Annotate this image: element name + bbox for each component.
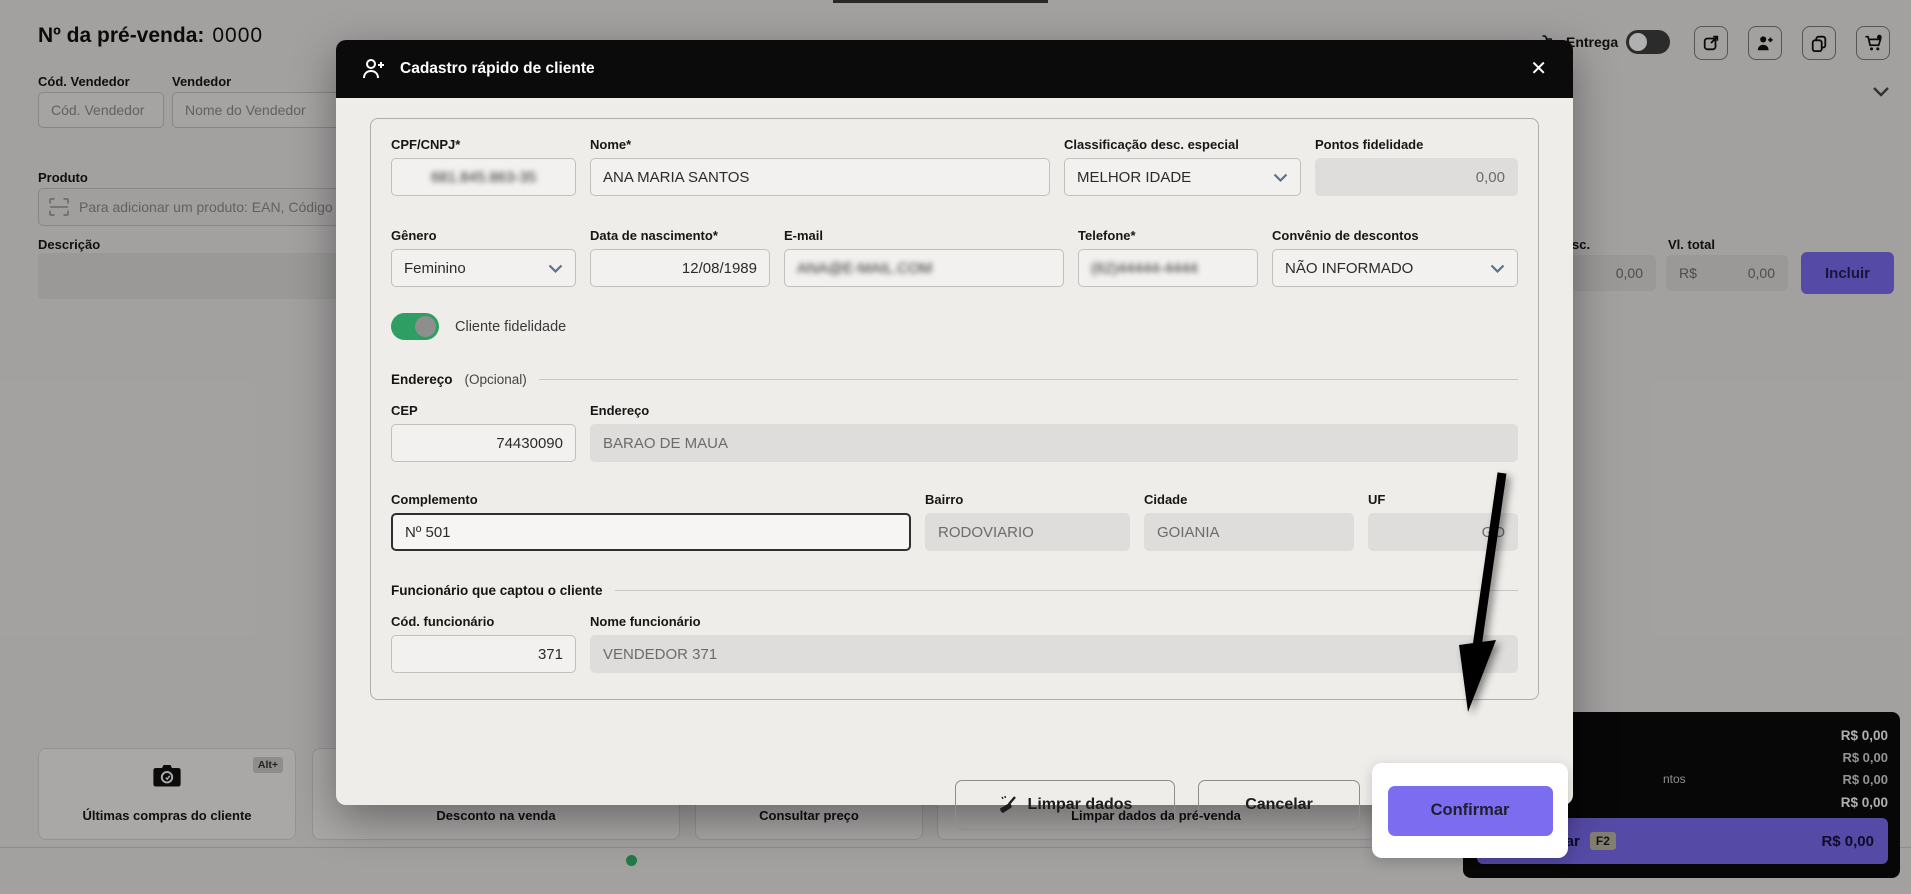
modal-header: Cadastro rápido de cliente ✕ — [336, 40, 1573, 98]
confirmar-button[interactable]: Confirmar — [1387, 785, 1553, 836]
endereco-section-suffix: (Opcional) — [464, 372, 527, 387]
fidelidade-label: Cliente fidelidade — [455, 318, 567, 335]
limpar-dados-label: Limpar dados — [1027, 796, 1133, 813]
nascimento-input[interactable]: 12/08/1989 — [590, 249, 770, 287]
convenio-select[interactable]: NÃO INFORMADO — [1272, 249, 1518, 287]
chevron-down-icon — [548, 264, 563, 273]
classificacao-label: Classificação desc. especial — [1064, 137, 1239, 152]
cep-label: CEP — [391, 403, 418, 418]
complemento-label: Complemento — [391, 492, 478, 507]
person-add-icon — [362, 58, 386, 80]
pos-screen: Nº da pré-venda: 0000 Cód. Vendedor Cód. … — [0, 0, 1911, 894]
telefone-input[interactable]: (62)44444-4444 — [1078, 249, 1258, 287]
broom-icon — [998, 795, 1018, 815]
genero-select[interactable]: Feminino — [391, 249, 576, 287]
nome-funcionario-value: VENDEDOR 371 — [603, 645, 718, 663]
funcionario-section-title: Funcionário que captou o cliente — [391, 583, 603, 598]
classificacao-select[interactable]: MELHOR IDADE — [1064, 158, 1301, 196]
cpf-label: CPF/CNPJ* — [391, 137, 461, 152]
nome-label: Nome* — [590, 137, 632, 152]
nome-input[interactable]: ANA MARIA SANTOS — [590, 158, 1050, 196]
chevron-down-icon — [1273, 173, 1288, 182]
close-icon[interactable]: ✕ — [1530, 59, 1547, 79]
nascimento-label: Data de nascimento* — [590, 228, 718, 243]
telefone-value: (62)44444-4444 — [1091, 259, 1198, 277]
endereco-value: BARAO DE MAUA — [603, 434, 729, 452]
complemento-value: Nº 501 — [405, 523, 451, 541]
telefone-label: Telefone* — [1078, 228, 1136, 243]
endereco-field: BARAO DE MAUA — [590, 424, 1518, 462]
pontos-field: 0,00 — [1315, 158, 1518, 196]
cpf-input[interactable]: 681.845.863-35 — [391, 158, 576, 196]
cod-funcionario-input[interactable]: 371 — [391, 635, 576, 673]
funcionario-section-header: Funcionário que captou o cliente — [391, 583, 1518, 598]
email-label: E-mail — [784, 228, 824, 243]
section-divider — [538, 379, 1518, 380]
nome-funcionario-label: Nome funcionário — [590, 614, 701, 629]
uf-field: GO — [1368, 513, 1518, 551]
fidelidade-toggle-knob — [415, 316, 436, 337]
convenio-label: Convênio de descontos — [1272, 228, 1419, 243]
email-value: ANA@E-MAIL.COM — [797, 259, 933, 277]
tutorial-highlight: Confirmar — [1372, 763, 1568, 858]
classificacao-value: MELHOR IDADE — [1077, 168, 1192, 186]
cidade-field: GOIANIA — [1144, 513, 1354, 551]
email-input[interactable]: ANA@E-MAIL.COM — [784, 249, 1064, 287]
pontos-label: Pontos fidelidade — [1315, 137, 1424, 152]
cidade-value: GOIANIA — [1157, 523, 1220, 541]
cep-input[interactable]: 74430090 — [391, 424, 576, 462]
cep-value: 74430090 — [496, 434, 563, 452]
cidade-label: Cidade — [1144, 492, 1188, 507]
genero-label: Gênero — [391, 228, 437, 243]
cancelar-button[interactable]: Cancelar — [1198, 780, 1360, 830]
cpf-value: 681.845.863-35 — [430, 168, 537, 186]
pontos-value: 0,00 — [1475, 168, 1505, 186]
bairro-label: Bairro — [925, 492, 964, 507]
customer-form-panel: CPF/CNPJ* 681.845.863-35 Nome* ANA MARIA… — [370, 118, 1539, 700]
section-divider — [614, 590, 1518, 591]
limpar-dados-button[interactable]: Limpar dados — [955, 780, 1175, 830]
cod-funcionario-label: Cód. funcionário — [391, 614, 495, 629]
uf-label: UF — [1368, 492, 1386, 507]
modal-title: Cadastro rápido de cliente — [400, 60, 595, 77]
endereco-label: Endereço — [590, 403, 650, 418]
bairro-field: RODOVIARIO — [925, 513, 1130, 551]
nome-value: ANA MARIA SANTOS — [603, 168, 750, 186]
nascimento-value: 12/08/1989 — [681, 259, 757, 277]
convenio-value: NÃO INFORMADO — [1285, 259, 1414, 277]
genero-value: Feminino — [404, 259, 466, 277]
cod-funcionario-value: 371 — [537, 645, 563, 663]
fidelidade-toggle[interactable] — [391, 313, 439, 340]
endereco-section-title: Endereço — [391, 372, 453, 387]
cadastro-rapido-modal: Cadastro rápido de cliente ✕ CPF/CNPJ* 6… — [336, 40, 1573, 858]
uf-value: GO — [1481, 523, 1505, 541]
endereco-section-header: Endereço (Opcional) — [391, 372, 1518, 387]
complemento-input[interactable]: Nº 501 — [391, 513, 911, 551]
nome-funcionario-field: VENDEDOR 371 — [590, 635, 1518, 673]
bairro-value: RODOVIARIO — [938, 523, 1034, 541]
chevron-down-icon — [1490, 264, 1505, 273]
cancelar-label: Cancelar — [1245, 796, 1313, 813]
modal-body: CPF/CNPJ* 681.845.863-35 Nome* ANA MARIA… — [336, 98, 1573, 858]
